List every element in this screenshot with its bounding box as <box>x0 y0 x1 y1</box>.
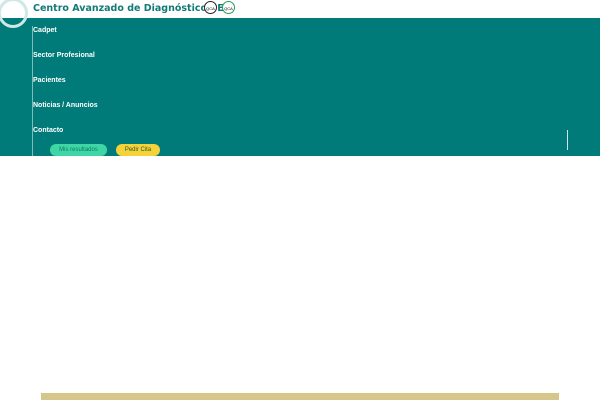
main-navigation: Cadpet Sector Profesional Pacientes Noti… <box>0 0 600 156</box>
my-results-button[interactable]: Mis resultados <box>50 144 107 156</box>
decorative-arc <box>0 0 28 28</box>
nav-item-sector-profesional[interactable]: Sector Profesional <box>33 52 95 59</box>
nav-item-noticias[interactable]: Noticias / Anuncios <box>33 102 98 109</box>
nav-item-cadpet[interactable]: Cadpet <box>33 27 57 34</box>
divider <box>567 130 568 150</box>
certification-badge-icon: QCA <box>204 1 217 14</box>
banner-strip <box>41 393 559 400</box>
site-title[interactable]: Centro Avanzado de Diagnóstico PET <box>33 3 230 14</box>
certification-badge-icon: QCA <box>222 1 235 14</box>
book-appointment-button[interactable]: Pedir Cita <box>116 144 160 156</box>
nav-item-contacto[interactable]: Contacto <box>33 127 63 134</box>
nav-item-pacientes[interactable]: Pacientes <box>33 77 66 84</box>
divider <box>32 26 33 156</box>
header: Centro Avanzado de Diagnóstico PET QCA Q… <box>0 0 600 18</box>
